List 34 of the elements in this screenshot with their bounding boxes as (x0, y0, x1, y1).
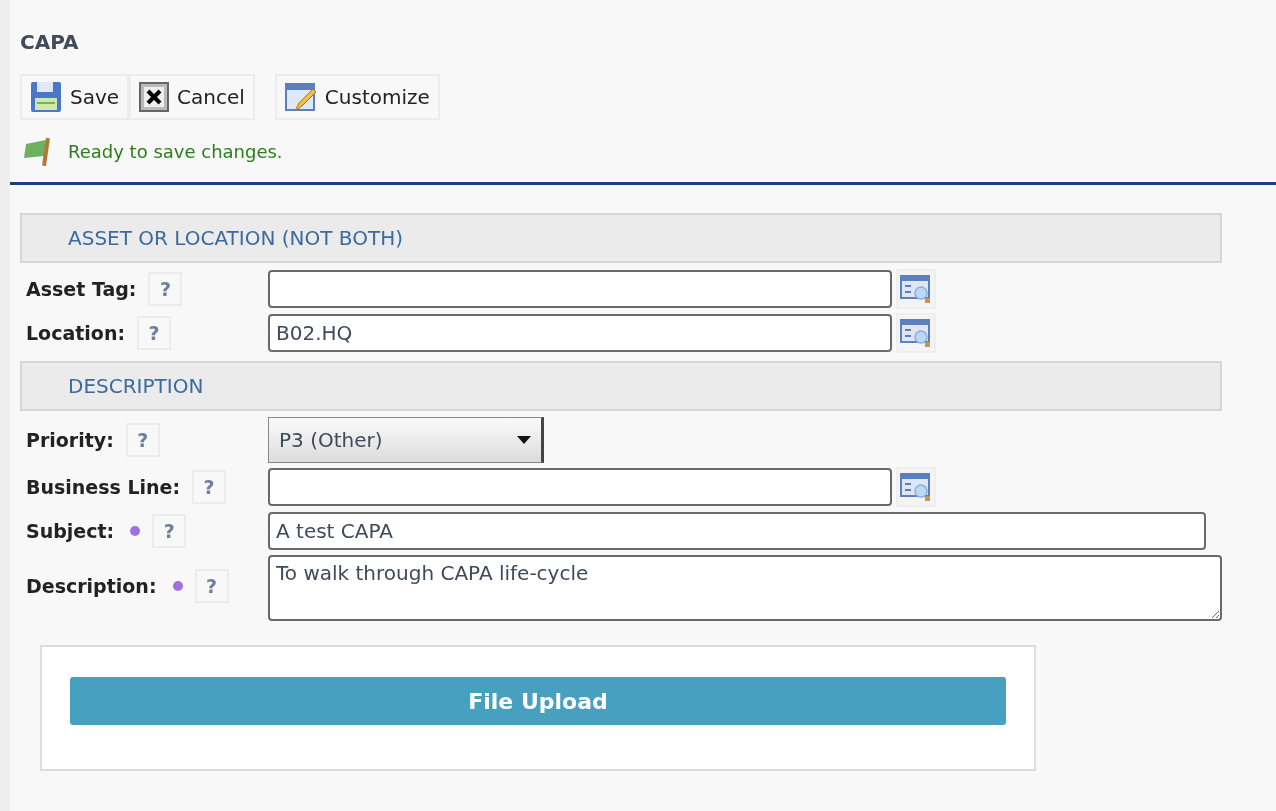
help-button[interactable]: ? (152, 514, 187, 548)
section-header: DESCRIPTION (20, 361, 1222, 411)
help-button[interactable]: ? (137, 316, 172, 350)
field-label: Description: (26, 575, 157, 597)
text-area[interactable]: To walk through CAPA life-cycle (268, 555, 1222, 621)
field-label: Subject: (26, 520, 115, 542)
field-label: Location: (26, 322, 126, 344)
close-icon (139, 82, 170, 112)
window-pencil-icon (284, 81, 317, 113)
text-field[interactable] (268, 270, 892, 308)
save-button[interactable]: Save (20, 74, 130, 120)
status-message: Ready to save changes. (68, 140, 283, 162)
caret-icon (517, 436, 531, 444)
help-button[interactable]: ? (148, 272, 183, 306)
text-field[interactable]: A test CAPA (268, 512, 1206, 550)
lookup-icon (900, 273, 932, 305)
lookup-icon (900, 471, 932, 503)
customize-button[interactable]: Customize (274, 74, 440, 120)
text-field[interactable]: B02.HQ (268, 314, 892, 352)
lookup-icon (900, 317, 932, 349)
field-label: Priority: (26, 429, 114, 451)
text-field[interactable] (268, 468, 892, 506)
help-button[interactable]: ? (125, 423, 160, 457)
lookup-button[interactable] (896, 467, 936, 507)
lookup-button[interactable] (896, 269, 936, 309)
help-button[interactable]: ? (194, 569, 229, 603)
cancel-button[interactable]: Cancel (129, 74, 255, 120)
lookup-button[interactable] (896, 313, 936, 353)
section-header: ASSET OR LOCATION (NOT BOTH) (20, 213, 1222, 263)
help-button[interactable]: ? (192, 470, 227, 504)
page-title: CAPA (20, 30, 80, 54)
field-label: Asset Tag: (26, 278, 137, 300)
field-label: Business Line: (26, 476, 181, 498)
priority-dropdown[interactable]: P3 (Other) (268, 417, 544, 463)
